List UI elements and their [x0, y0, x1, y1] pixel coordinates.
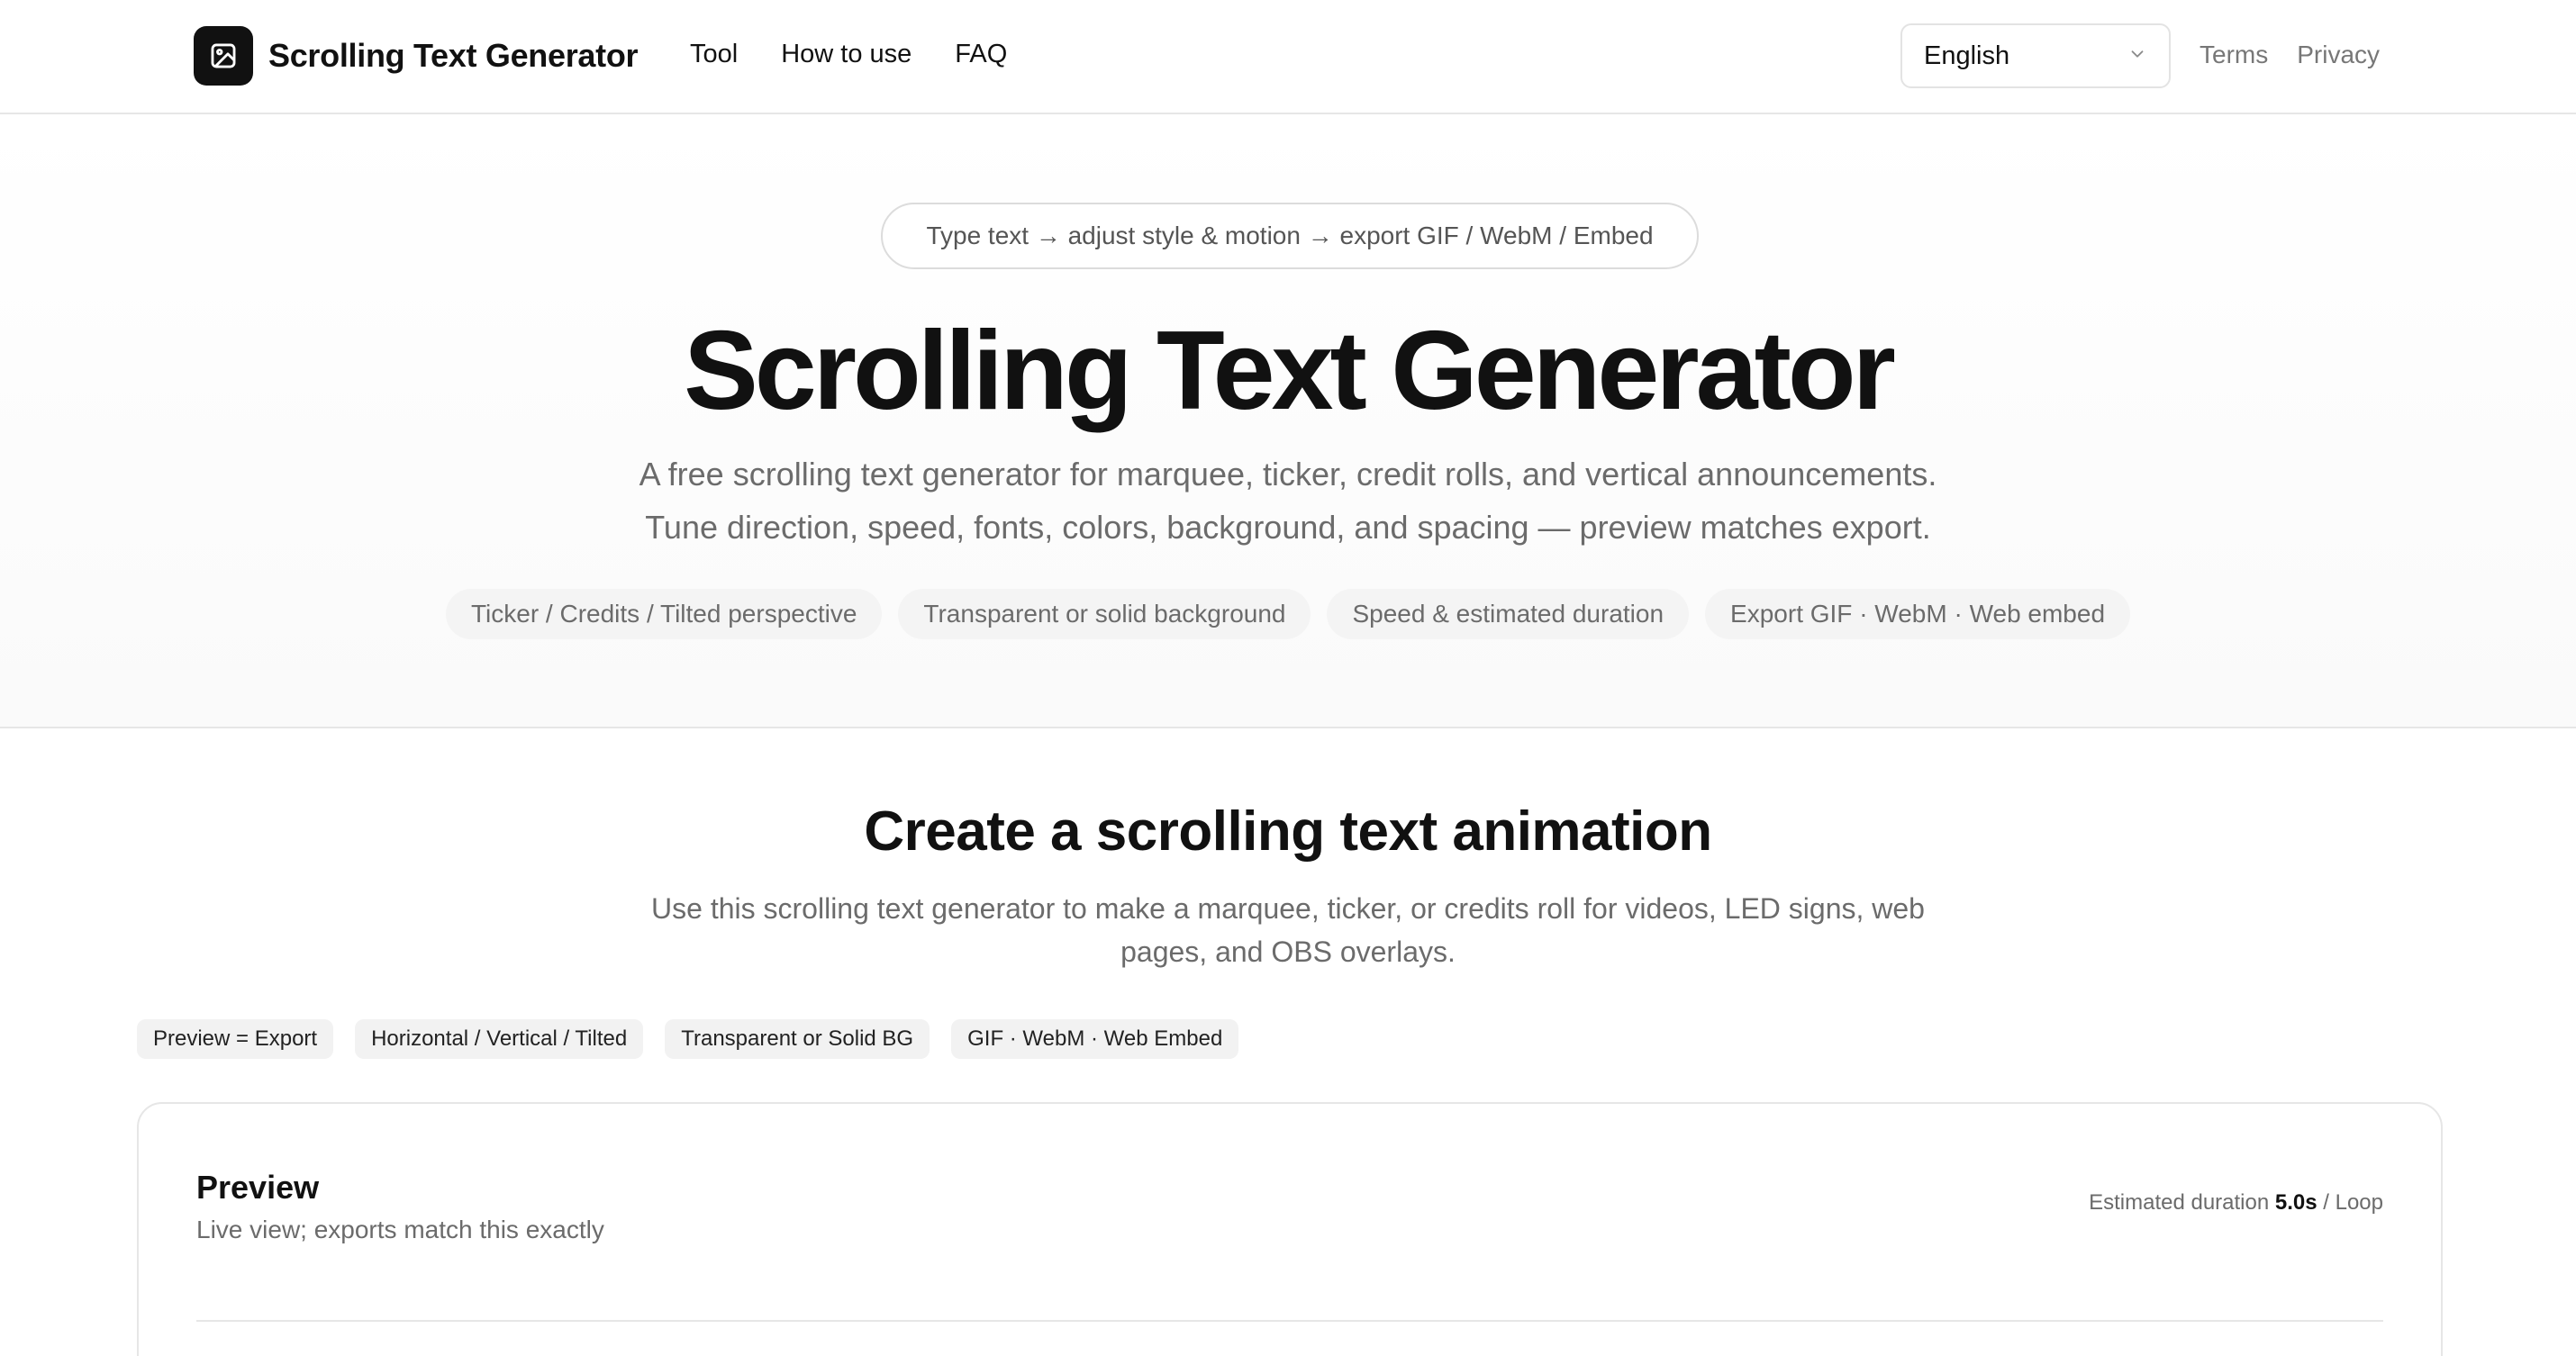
- feature-chip: Transparent or solid background: [898, 589, 1311, 639]
- hero-subtitle: A free scrolling text generator for marq…: [0, 447, 2576, 554]
- nav-link-tool[interactable]: Tool: [690, 40, 738, 69]
- top-navigation-bar: Scrolling Text Generator Tool How to use…: [0, 0, 2576, 114]
- nav-link-faq[interactable]: FAQ: [955, 40, 1007, 69]
- duration-label: Estimated duration: [2089, 1190, 2270, 1215]
- brand-name: Scrolling Text Generator: [268, 37, 639, 74]
- feature-chips: Ticker / Credits / Tilted perspective Tr…: [0, 589, 2576, 639]
- duration-value: 5.0s: [2274, 1190, 2317, 1215]
- preview-title: Preview: [196, 1169, 320, 1206]
- brand[interactable]: Scrolling Text Generator: [194, 26, 639, 86]
- language-select[interactable]: English: [1900, 23, 2171, 88]
- tool-tag: Transparent or Solid BG: [665, 1019, 930, 1059]
- preview-subtitle: Live view; exports match this exactly: [196, 1216, 604, 1243]
- section-title: Create a scrolling text animation: [864, 800, 1712, 863]
- legal-links: Terms Privacy: [2200, 41, 2408, 69]
- hero-section: Type text → adjust style & motion → expo…: [0, 116, 2576, 728]
- nav-link-how-to-use[interactable]: How to use: [781, 40, 912, 69]
- tool-tag: Horizontal / Vertical / Tilted: [355, 1019, 644, 1059]
- section-subtitle: Use this scrolling text generator to mak…: [651, 892, 1925, 968]
- feature-chip: Speed & estimated duration: [1327, 589, 1690, 639]
- preview-card: Preview Live view; exports match this ex…: [137, 1102, 2443, 1356]
- feature-chip: Ticker / Credits / Tilted perspective: [445, 589, 883, 639]
- tool-tags: Preview = Export Horizontal / Vertical /…: [137, 1019, 1260, 1059]
- divider: [196, 1320, 2383, 1322]
- hero-subtitle-line: A free scrolling text generator for marq…: [639, 456, 1937, 493]
- page: Scrolling Text Generator Tool How to use…: [0, 0, 2576, 1356]
- language-select-value: English: [1924, 41, 2010, 70]
- workflow-pill: Type text → adjust style & motion → expo…: [881, 203, 1699, 269]
- hero-subtitle-line: Tune direction, speed, fonts, colors, ba…: [645, 509, 1931, 546]
- chevron-down-icon: [2127, 44, 2147, 68]
- estimated-duration: Estimated duration 5.0s / Loop: [2089, 1190, 2383, 1216]
- image-icon: [194, 26, 253, 86]
- tool-tag: GIF · WebM · Web Embed: [951, 1019, 1239, 1059]
- main-nav: Tool How to use FAQ: [690, 40, 1050, 69]
- hero-title: Scrolling Text Generator: [684, 309, 1896, 433]
- terms-link[interactable]: Terms: [2200, 41, 2268, 69]
- loop-label: / Loop: [2323, 1190, 2383, 1215]
- feature-chip: Export GIF · WebM · Web embed: [1705, 589, 2131, 639]
- tool-tag: Preview = Export: [137, 1019, 334, 1059]
- privacy-link[interactable]: Privacy: [2297, 41, 2380, 69]
